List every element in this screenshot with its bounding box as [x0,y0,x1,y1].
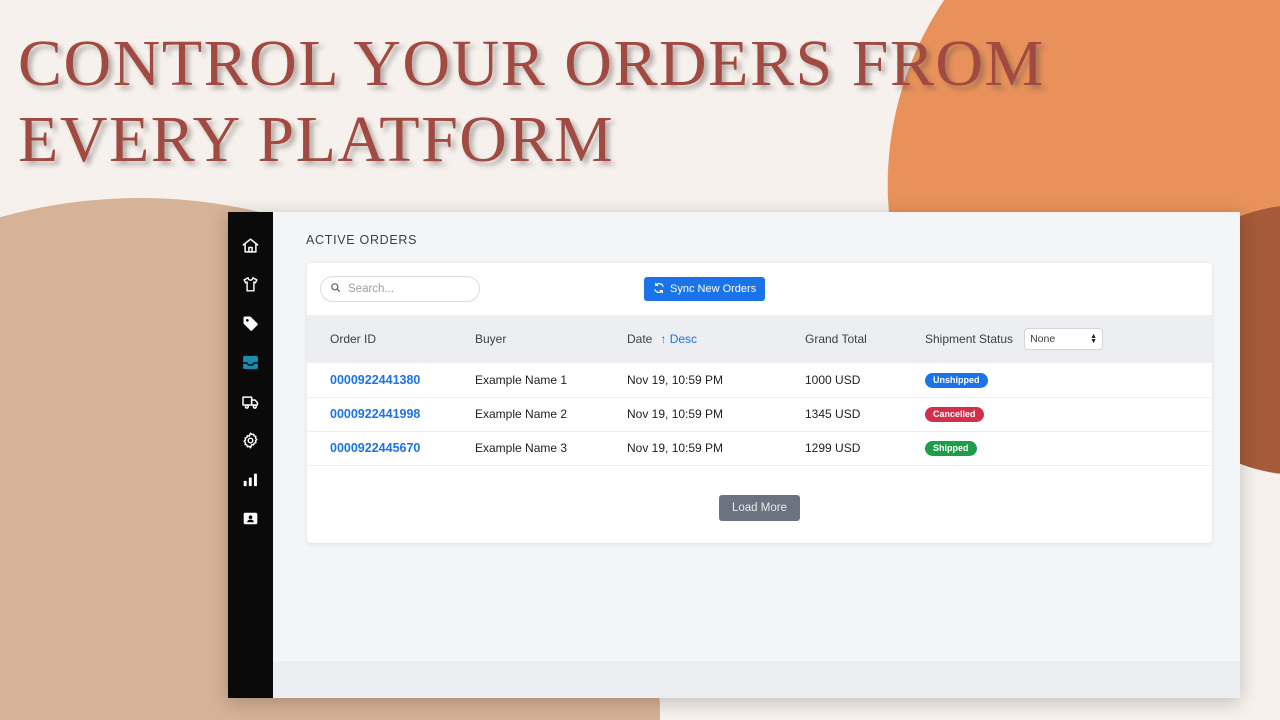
cell-order-id: 0000922441380 [307,363,475,398]
cell-buyer: Example Name 3 [475,431,627,466]
status-filter-value: None [1030,333,1056,345]
cell-grand-total: 1345 USD [805,397,925,432]
table-row[interactable]: 0000922441998 Example Name 2 Nov 19, 10:59… [307,397,1212,432]
order-id-link[interactable]: 0000922441380 [330,373,420,387]
sidebar-item-home[interactable] [228,226,273,265]
cell-date: Nov 19, 10:59 PM [627,431,805,466]
cell-shipment-status: Unshipped [925,363,1212,398]
status-badge: Cancelled [925,407,984,422]
column-header-date[interactable]: Date ↑ Desc [627,315,805,363]
search-icon [330,280,341,298]
sidebar-item-reports[interactable] [228,460,273,499]
shipment-status-header-inner: Shipment Status None ▲ ▼ [925,328,1212,350]
tshirt-icon [241,275,260,294]
table-row[interactable]: 0000922445670 Example Name 3 Nov 19, 10:59… [307,431,1212,466]
sort-direction-label: Desc [669,332,698,346]
cell-date: Nov 19, 10:59 PM [627,397,805,432]
sidebar-item-settings[interactable] [228,421,273,460]
sidebar-item-products[interactable] [228,265,273,304]
gear-icon [241,431,260,450]
sort-indicator[interactable]: ↑ Desc [660,332,697,346]
status-badge: Unshipped [925,372,988,388]
load-more-button[interactable]: Load More [719,495,800,521]
cell-grand-total: 1000 USD [805,363,925,398]
page-root: Control your orders from every platform [0,0,1280,720]
main-content: ACTIVE ORDERS Search... Sync New Orders … [273,212,1240,698]
search-input[interactable] [348,283,470,295]
table-header-row: Order ID Buyer Date ↑ Desc Grand Total S… [307,315,1212,363]
tag-icon [241,314,260,333]
home-icon [241,236,260,255]
cell-buyer: Example Name 1 [475,363,627,398]
sync-new-orders-button[interactable]: Sync New Orders [644,277,766,301]
orders-table-head: Order ID Buyer Date ↑ Desc Grand Total S… [307,315,1212,363]
search-field[interactable] [320,276,480,302]
sidebar-item-orders[interactable] [228,343,273,382]
cell-order-id: 0000922445670 [307,431,475,466]
status-badge: Shipped [925,441,977,456]
date-header-inner: Date ↑ Desc [627,332,805,346]
sync-icon [653,282,665,297]
column-header-order-id[interactable]: Order ID [307,315,475,363]
cell-order-id: 0000922441998 [307,397,475,432]
cell-date: Nov 19, 10:59 PM [627,363,805,398]
order-id-link[interactable]: 0000922441998 [330,407,420,421]
truck-icon [241,392,261,412]
cell-buyer: Example Name 2 [475,397,627,432]
contact-card-icon [241,509,260,528]
bar-chart-icon [241,470,260,489]
column-header-shipment-status: Shipment Status None ▲ ▼ [925,315,1212,363]
sidebar-item-tags[interactable] [228,304,273,343]
page-title: ACTIVE ORDERS [306,233,418,247]
cell-grand-total: 1299 USD [805,431,925,466]
orders-table-body: 0000922441380 Example Name 1 Nov 19, 10:59… [307,363,1212,466]
load-more-container: Load More [307,466,1212,544]
table-row[interactable]: 0000922441380 Example Name 1 Nov 19, 10:59… [307,363,1212,398]
sidebar-item-contacts[interactable] [228,499,273,538]
status-filter-select[interactable]: None ▲ ▼ [1024,328,1104,350]
column-header-date-label: Date [627,332,653,346]
sort-arrow-icon: ↑ [660,332,667,346]
cell-shipment-status: Shipped [925,431,1212,466]
inbox-tray-icon [241,353,260,372]
sync-button-label: Sync New Orders [670,283,757,295]
column-header-buyer[interactable]: Buyer [475,315,627,363]
cell-shipment-status: Cancelled [925,397,1212,432]
page-headline: Control your orders from every platform [18,27,1045,176]
app-window: ACTIVE ORDERS Search... Sync New Orders … [228,212,1240,698]
orders-table: Order ID Buyer Date ↑ Desc Grand Total S… [307,315,1212,466]
orders-toolbar: Sync New Orders [307,263,1212,315]
column-header-shipment-status-label: Shipment Status [925,332,1014,346]
app-footer-strip [273,661,1240,698]
sidebar [228,212,273,698]
stepper-arrows-icon: ▲ ▼ [1090,333,1098,345]
column-header-grand-total[interactable]: Grand Total [805,315,925,363]
order-id-link[interactable]: 0000922445670 [330,441,420,455]
orders-card: Sync New Orders Order ID Buyer Date [307,263,1212,543]
sidebar-item-shipping[interactable] [228,382,273,421]
